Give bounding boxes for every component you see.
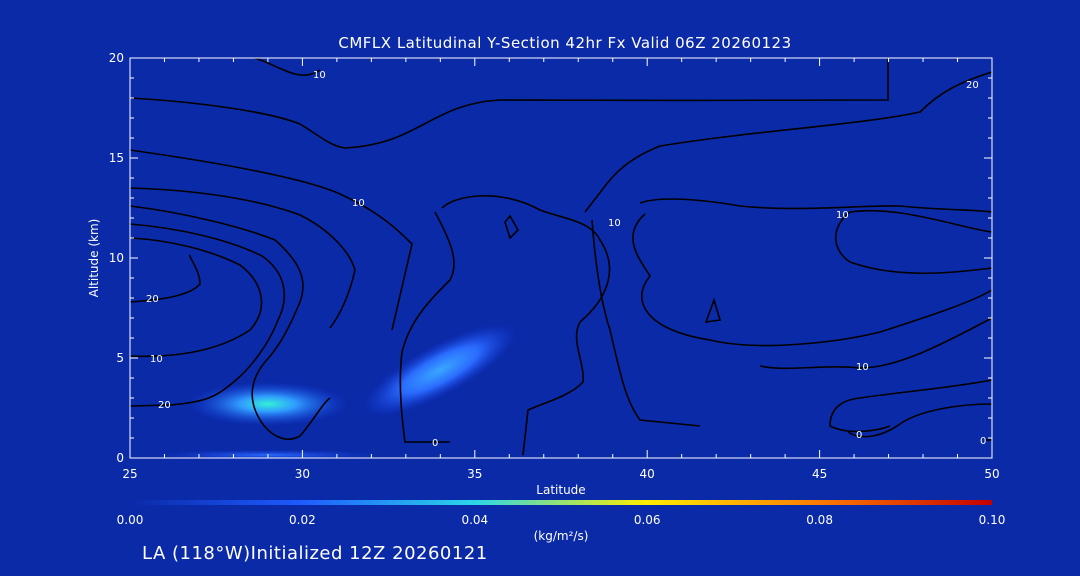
chart-svg: 10 20 10 20 10 0 10 20 10 0 10 0 25 30 35 4… [87,51,1006,543]
contour-label: 10 [352,198,365,209]
x-tick-label: 45 [812,467,827,481]
colorbar-tick-label: 0.06 [634,513,661,527]
y-axis-label: Altitude (km) [87,219,101,298]
x-axis-label: Latitude [536,483,585,497]
colorbar-tick-label: 0.00 [117,513,144,527]
colorbar-tick-label: 0.10 [979,513,1006,527]
contour-line [441,195,611,456]
y-tick-label: 15 [109,151,124,165]
contour-line [129,58,889,149]
contour-line [584,71,993,213]
colorbar-tick-label: 0.04 [461,513,488,527]
x-tick-label: 30 [295,467,310,481]
colorbar-tick-label: 0.08 [806,513,833,527]
contour-label: 10 [836,210,849,221]
contour-line [591,219,701,427]
colorbar-tick-label: 0.02 [289,513,316,527]
y-tick-label: 0 [116,451,124,465]
contour-line [129,149,413,331]
contour-line [254,57,321,76]
contour-label: 20 [158,400,171,411]
y-tick-label: 5 [116,351,124,365]
contour-label: 0 [432,438,438,449]
y-tick-label: 10 [109,251,124,265]
contour-line [704,297,722,323]
x-tick-label: 25 [122,467,137,481]
contour-line [639,198,993,213]
contour-label: 10 [856,362,869,373]
contour-label: 10 [313,70,326,81]
contour-line [835,209,993,275]
x-tick-label: 50 [984,467,999,481]
flux-fill-layer [158,324,516,460]
flux-maximum-mid-level [364,324,516,416]
initialization-footer: LA (118°W)Initialized 12Z 20260121 [142,543,488,564]
contour-line [129,187,356,329]
contour-label: 10 [150,354,163,365]
contour-line [632,213,993,347]
colorbar [130,500,992,505]
contour-label: 0 [980,436,986,447]
contour-line [129,254,201,303]
contour-line [759,317,993,370]
contour-label: 20 [966,80,979,91]
contour-label: 10 [608,218,621,229]
y-tick-label: 20 [109,51,124,65]
contour-line [504,214,519,240]
contour-line [847,403,993,438]
colorbar-ticks: 0.00 0.02 0.04 0.06 0.08 0.10 [117,513,1006,527]
contour-label: 20 [146,294,159,305]
contour-label: 0 [856,430,862,441]
x-tick-label: 35 [467,467,482,481]
colorbar-label: (kg/m²/s) [534,529,589,543]
x-tick-label: 40 [640,467,655,481]
